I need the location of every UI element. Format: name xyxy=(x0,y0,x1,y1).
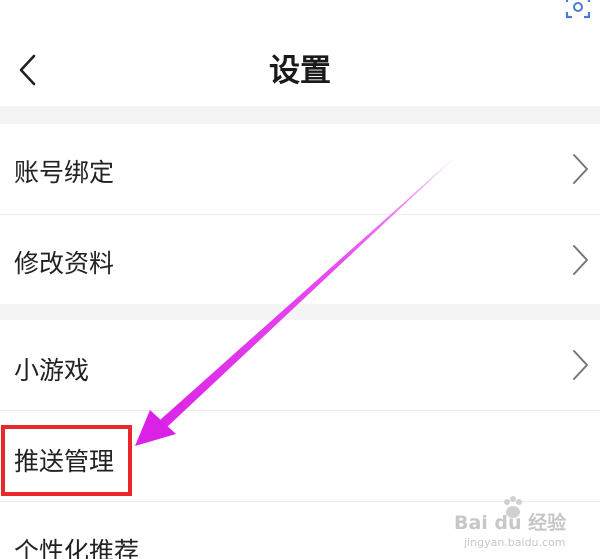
chevron-right-icon xyxy=(573,350,588,380)
highlight-box xyxy=(1,425,132,496)
watermark-url: jingyan.baidu.com xyxy=(464,536,566,549)
settings-item-label: 修改资料 xyxy=(14,249,115,278)
scan-button[interactable] xyxy=(560,0,596,22)
scan-icon xyxy=(565,0,591,19)
settings-item-label: 账号绑定 xyxy=(14,158,115,187)
watermark-brand: Bai du 经验 xyxy=(454,512,567,534)
settings-item-edit-profile[interactable]: 修改资料 xyxy=(0,215,600,304)
chevron-right-icon xyxy=(573,245,588,275)
settings-item-label: 个性化推荐 xyxy=(14,537,140,559)
settings-item-account-binding[interactable]: 账号绑定 xyxy=(0,124,600,214)
settings-item-mini-games[interactable]: 小游戏 xyxy=(0,320,600,410)
section-gap xyxy=(0,304,600,320)
settings-screen: 设置 账号绑定 修改资料 小游戏 推送管理 个性化推荐 Bai du 经验 ji… xyxy=(0,0,600,559)
settings-item-label: 小游戏 xyxy=(14,356,90,385)
chevron-right-icon xyxy=(573,154,588,184)
watermark: Bai du 经验 jingyan.baidu.com xyxy=(452,494,600,559)
header-bar: 设置 xyxy=(0,0,600,106)
section-gap xyxy=(0,106,600,124)
page-title: 设置 xyxy=(269,53,331,89)
